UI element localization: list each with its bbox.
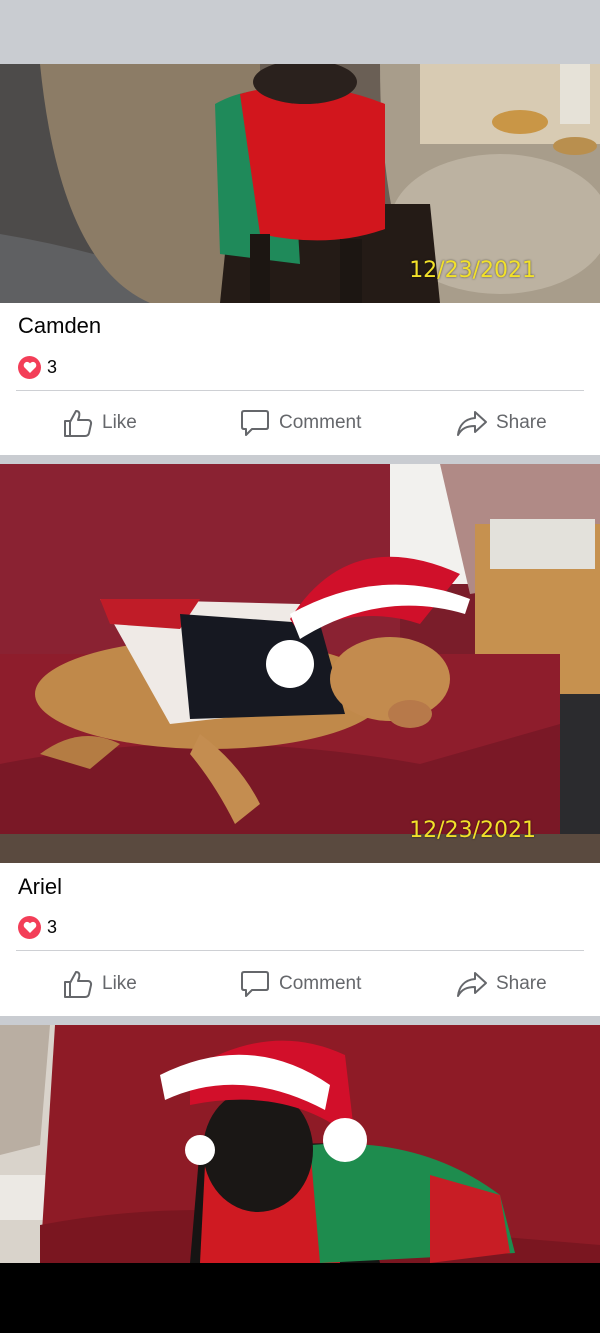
heart-icon <box>18 355 41 379</box>
reaction-count: 3 <box>47 916 58 937</box>
post-photo[interactable]: 12/23/2021 <box>0 464 600 863</box>
reaction-summary[interactable]: 3 <box>18 355 57 379</box>
comment-icon <box>241 971 269 997</box>
heart-icon <box>18 915 41 939</box>
photo-timestamp: 12/23/2021 <box>409 818 536 843</box>
divider <box>16 390 584 391</box>
thumbs-up-icon <box>64 971 93 998</box>
like-button[interactable]: Like <box>62 962 137 1006</box>
comment-button[interactable]: Comment <box>239 962 361 1006</box>
share-button[interactable]: Share <box>456 962 547 1006</box>
status-bar <box>0 0 600 64</box>
thumbs-up-icon <box>64 410 93 437</box>
photo-timestamp: 12/23/2021 <box>409 258 536 283</box>
share-label: Share <box>496 973 547 994</box>
comment-button[interactable]: Comment <box>239 401 361 445</box>
reaction-count: 3 <box>47 356 58 377</box>
feed-post <box>0 1025 600 1263</box>
navigation-bar <box>0 1263 600 1333</box>
like-label: Like <box>102 973 137 994</box>
post-photo[interactable] <box>0 1025 600 1263</box>
feed-post: 12/23/2021 Ariel 3 Like Comment Share <box>0 464 600 1016</box>
comment-label: Comment <box>279 412 362 433</box>
share-icon <box>457 411 487 436</box>
action-bar: Like Comment Share <box>0 962 600 1006</box>
post-caption: Camden <box>18 313 102 338</box>
comment-label: Comment <box>279 973 362 994</box>
dog-on-couch-photo <box>0 464 600 863</box>
feed-post: 12/23/2021 Camden 3 Like Comment Share <box>0 64 600 455</box>
post-caption: Ariel <box>18 874 63 899</box>
share-icon <box>457 972 487 997</box>
dog-in-santa-hat-photo <box>0 1025 600 1263</box>
comment-icon <box>241 410 269 436</box>
post-photo[interactable]: 12/23/2021 <box>0 64 600 303</box>
share-button[interactable]: Share <box>456 401 547 445</box>
action-bar: Like Comment Share <box>0 401 600 445</box>
like-button[interactable]: Like <box>62 401 137 445</box>
divider <box>16 950 584 951</box>
like-label: Like <box>102 412 137 433</box>
share-label: Share <box>496 412 547 433</box>
reaction-summary[interactable]: 3 <box>18 915 57 939</box>
